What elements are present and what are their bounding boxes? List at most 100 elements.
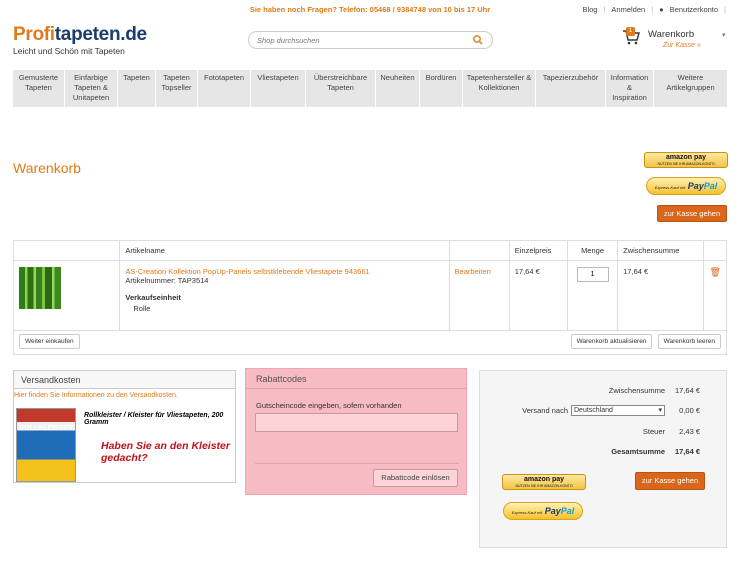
col-remove	[703, 240, 727, 261]
nav-item-information[interactable]: Information & Inspiration	[606, 70, 654, 107]
main-nav: Gemusterte Tapeten Einfarbige Tapeten & …	[13, 70, 727, 107]
empty-cart-button[interactable]: Warenkorb leeren	[657, 334, 721, 349]
paypal-pay-label: Pay	[687, 181, 704, 191]
table-footer-row: Weiter einkaufen Warenkorb aktualisieren…	[13, 330, 728, 355]
page-title: Warenkorb	[13, 160, 81, 176]
logo[interactable]: Profitapeten.de	[13, 24, 147, 46]
summary-shipping-value: 0,00 €	[679, 406, 700, 415]
sales-unit-label: Verkaufseinheit	[125, 293, 181, 302]
shipping-panel-title: Versandkosten	[14, 371, 235, 389]
nav-item-borduren[interactable]: Bordüren	[420, 70, 463, 107]
qty-cell	[566, 260, 619, 331]
nav-item-fototapeten[interactable]: Fototapeten	[198, 70, 251, 107]
table-row: AS-Creation Kollektion PopUp-Panels selb…	[12, 260, 727, 331]
chevron-down-icon[interactable]: ▾	[722, 31, 726, 39]
paypal-express-button[interactable]: Express-Kauf mit PayPal	[646, 177, 726, 195]
coupon-code-input[interactable]	[255, 413, 458, 432]
footer-right: Warenkorb aktualisieren Warenkorb leeren	[509, 330, 728, 355]
summary-subtotal-label: Zwischensumme	[608, 386, 665, 395]
trash-icon[interactable]: 🗑	[709, 267, 720, 277]
divider: |	[724, 5, 726, 14]
unit-price: 17,64 €	[508, 260, 568, 331]
shipping-country-value: Deutschland	[574, 407, 613, 414]
summary-tax-value: 2,43 €	[679, 427, 700, 436]
product-thumbnail[interactable]	[19, 267, 61, 309]
nav-item-gemusterte[interactable]: Gemusterte Tapeten	[13, 70, 65, 107]
cart-count-badge: 1	[626, 27, 635, 36]
coupon-panel-title: Rabattcodes	[246, 369, 466, 389]
quantity-input[interactable]	[576, 267, 609, 282]
nav-item-ueberstreichbare[interactable]: Überstreichbare Tapeten	[306, 70, 376, 107]
product-name-link[interactable]: AS-Creation Kollektion PopUp-Panels selb…	[125, 267, 443, 276]
nav-item-hersteller[interactable]: Tapetenhersteller & Kollektionen	[463, 70, 536, 107]
amazon-pay-label: amazon pay	[523, 476, 565, 483]
paypal-pay-label: Pay	[544, 506, 561, 516]
logo-part-profi: Profi	[13, 24, 55, 45]
summary-total-value: 17,64 €	[674, 447, 700, 456]
kleister-promo-text[interactable]: Haben Sie an den Kleister gedacht?	[101, 440, 231, 464]
paypal-pal-label: Pal	[560, 506, 575, 516]
nav-item-zubehoer[interactable]: Tapezierzubehör	[536, 70, 606, 107]
line-subtotal: 17,64 €	[617, 260, 705, 331]
divider	[255, 463, 459, 464]
top-links: Blog | Anmelden | ● Benutzerkonto |	[582, 5, 726, 14]
search-icon[interactable]	[472, 34, 484, 46]
sales-unit-value: Rolle	[133, 304, 151, 313]
nav-item-tapeten[interactable]: Tapeten	[118, 70, 156, 107]
nav-item-vliestapeten[interactable]: Vliestapeten	[251, 70, 306, 107]
nav-item-topseller[interactable]: Tapeten Topseller	[156, 70, 198, 107]
table-header-row: Artikelname Einzelpreis Menge Zwischensu…	[12, 240, 727, 261]
tagline: Leicht und Schön mit Tapeten	[13, 46, 125, 56]
kleister-product-title[interactable]: Rollkleister / Kleister für Vliestapeten…	[84, 412, 234, 426]
paypal-pal-label: Pal	[703, 181, 718, 191]
amazon-pay-button[interactable]: amazon pay NUTZEN SIE IHR AMAZON-KONTO	[644, 152, 728, 168]
amazon-pay-sub: NUTZEN SIE IHR AMAZON-KONTO	[515, 484, 573, 488]
nav-item-einfarbige[interactable]: Einfarbige Tapeten & Unitapeten	[65, 70, 118, 107]
paypal-express-label: Express-Kauf mit	[511, 510, 543, 515]
minicart-checkout-link[interactable]: Zur Kasse »	[663, 42, 701, 49]
kleister-pack-label: ROLLKLEISTER	[19, 425, 73, 432]
remove-cell: 🗑	[703, 260, 727, 331]
coupon-label: Gutscheincode eingeben, sofern vorhanden	[256, 401, 402, 410]
summary-tax-label: Steuer	[642, 427, 665, 436]
shipping-country-select[interactable]: Deutschland ▾	[571, 405, 665, 416]
continue-shopping-button[interactable]: Weiter einkaufen	[19, 334, 80, 349]
paypal-express-button-bottom[interactable]: Express-Kauf mit PayPal	[503, 502, 583, 520]
product-image-cell	[12, 260, 121, 331]
checkout-button-top[interactable]: zur Kasse gehen	[657, 205, 727, 222]
login-link[interactable]: Anmelden	[611, 5, 645, 14]
edit-link[interactable]: Bearbeiten	[455, 267, 491, 276]
minicart-title[interactable]: Warenkorb	[648, 29, 694, 40]
summary-shipping-label: Versand nach	[522, 406, 568, 415]
kleister-product-image[interactable]: ROLLKLEISTER	[16, 408, 76, 482]
divider: |	[651, 5, 654, 14]
blog-link[interactable]: Blog	[582, 5, 597, 14]
amazon-pay-button-bottom[interactable]: amazon pay NUTZEN SIE IHR AMAZON-KONTO	[502, 474, 586, 490]
cart-table: Artikelname Einzelpreis Menge Zwischensu…	[12, 240, 728, 355]
col-qty: Menge	[566, 240, 619, 261]
update-cart-button[interactable]: Warenkorb aktualisieren	[570, 334, 653, 349]
edit-cell: Bearbeiten	[448, 260, 510, 331]
shipping-info-link[interactable]: Hier finden Sie Informationen zu den Ver…	[14, 392, 178, 399]
paypal-express-label: Express-Kauf mit	[654, 185, 686, 190]
col-unit-price: Einzelpreis	[508, 240, 568, 261]
checkout-button-bottom[interactable]: zur Kasse gehen	[635, 472, 705, 490]
col-image	[12, 240, 121, 261]
divider: |	[603, 5, 606, 14]
search-input[interactable]	[248, 31, 493, 49]
user-icon: ●	[659, 5, 664, 14]
nav-item-neuheiten[interactable]: Neuheiten	[376, 70, 420, 107]
summary-subtotal-value: 17,64 €	[674, 386, 700, 395]
product-info-cell: AS-Creation Kollektion PopUp-Panels selb…	[119, 260, 450, 331]
col-article: Artikelname	[119, 240, 450, 261]
logo-part-domain: tapeten.de	[54, 24, 147, 45]
nav-item-weitere[interactable]: Weitere Artikelgruppen	[654, 70, 727, 107]
amazon-pay-sub: NUTZEN SIE IHR AMAZON-KONTO	[657, 162, 715, 166]
chevron-down-icon: ▾	[658, 407, 662, 414]
summary-total-label: Gesamtsumme	[611, 447, 665, 456]
account-link[interactable]: Benutzerkonto	[670, 5, 718, 14]
footer-left: Weiter einkaufen	[13, 330, 510, 355]
product-sku: Artikelnummer: TAP3514	[125, 276, 209, 285]
col-subtotal: Zwischensumme	[617, 240, 705, 261]
apply-coupon-button[interactable]: Rabattcode einlösen	[373, 469, 458, 487]
